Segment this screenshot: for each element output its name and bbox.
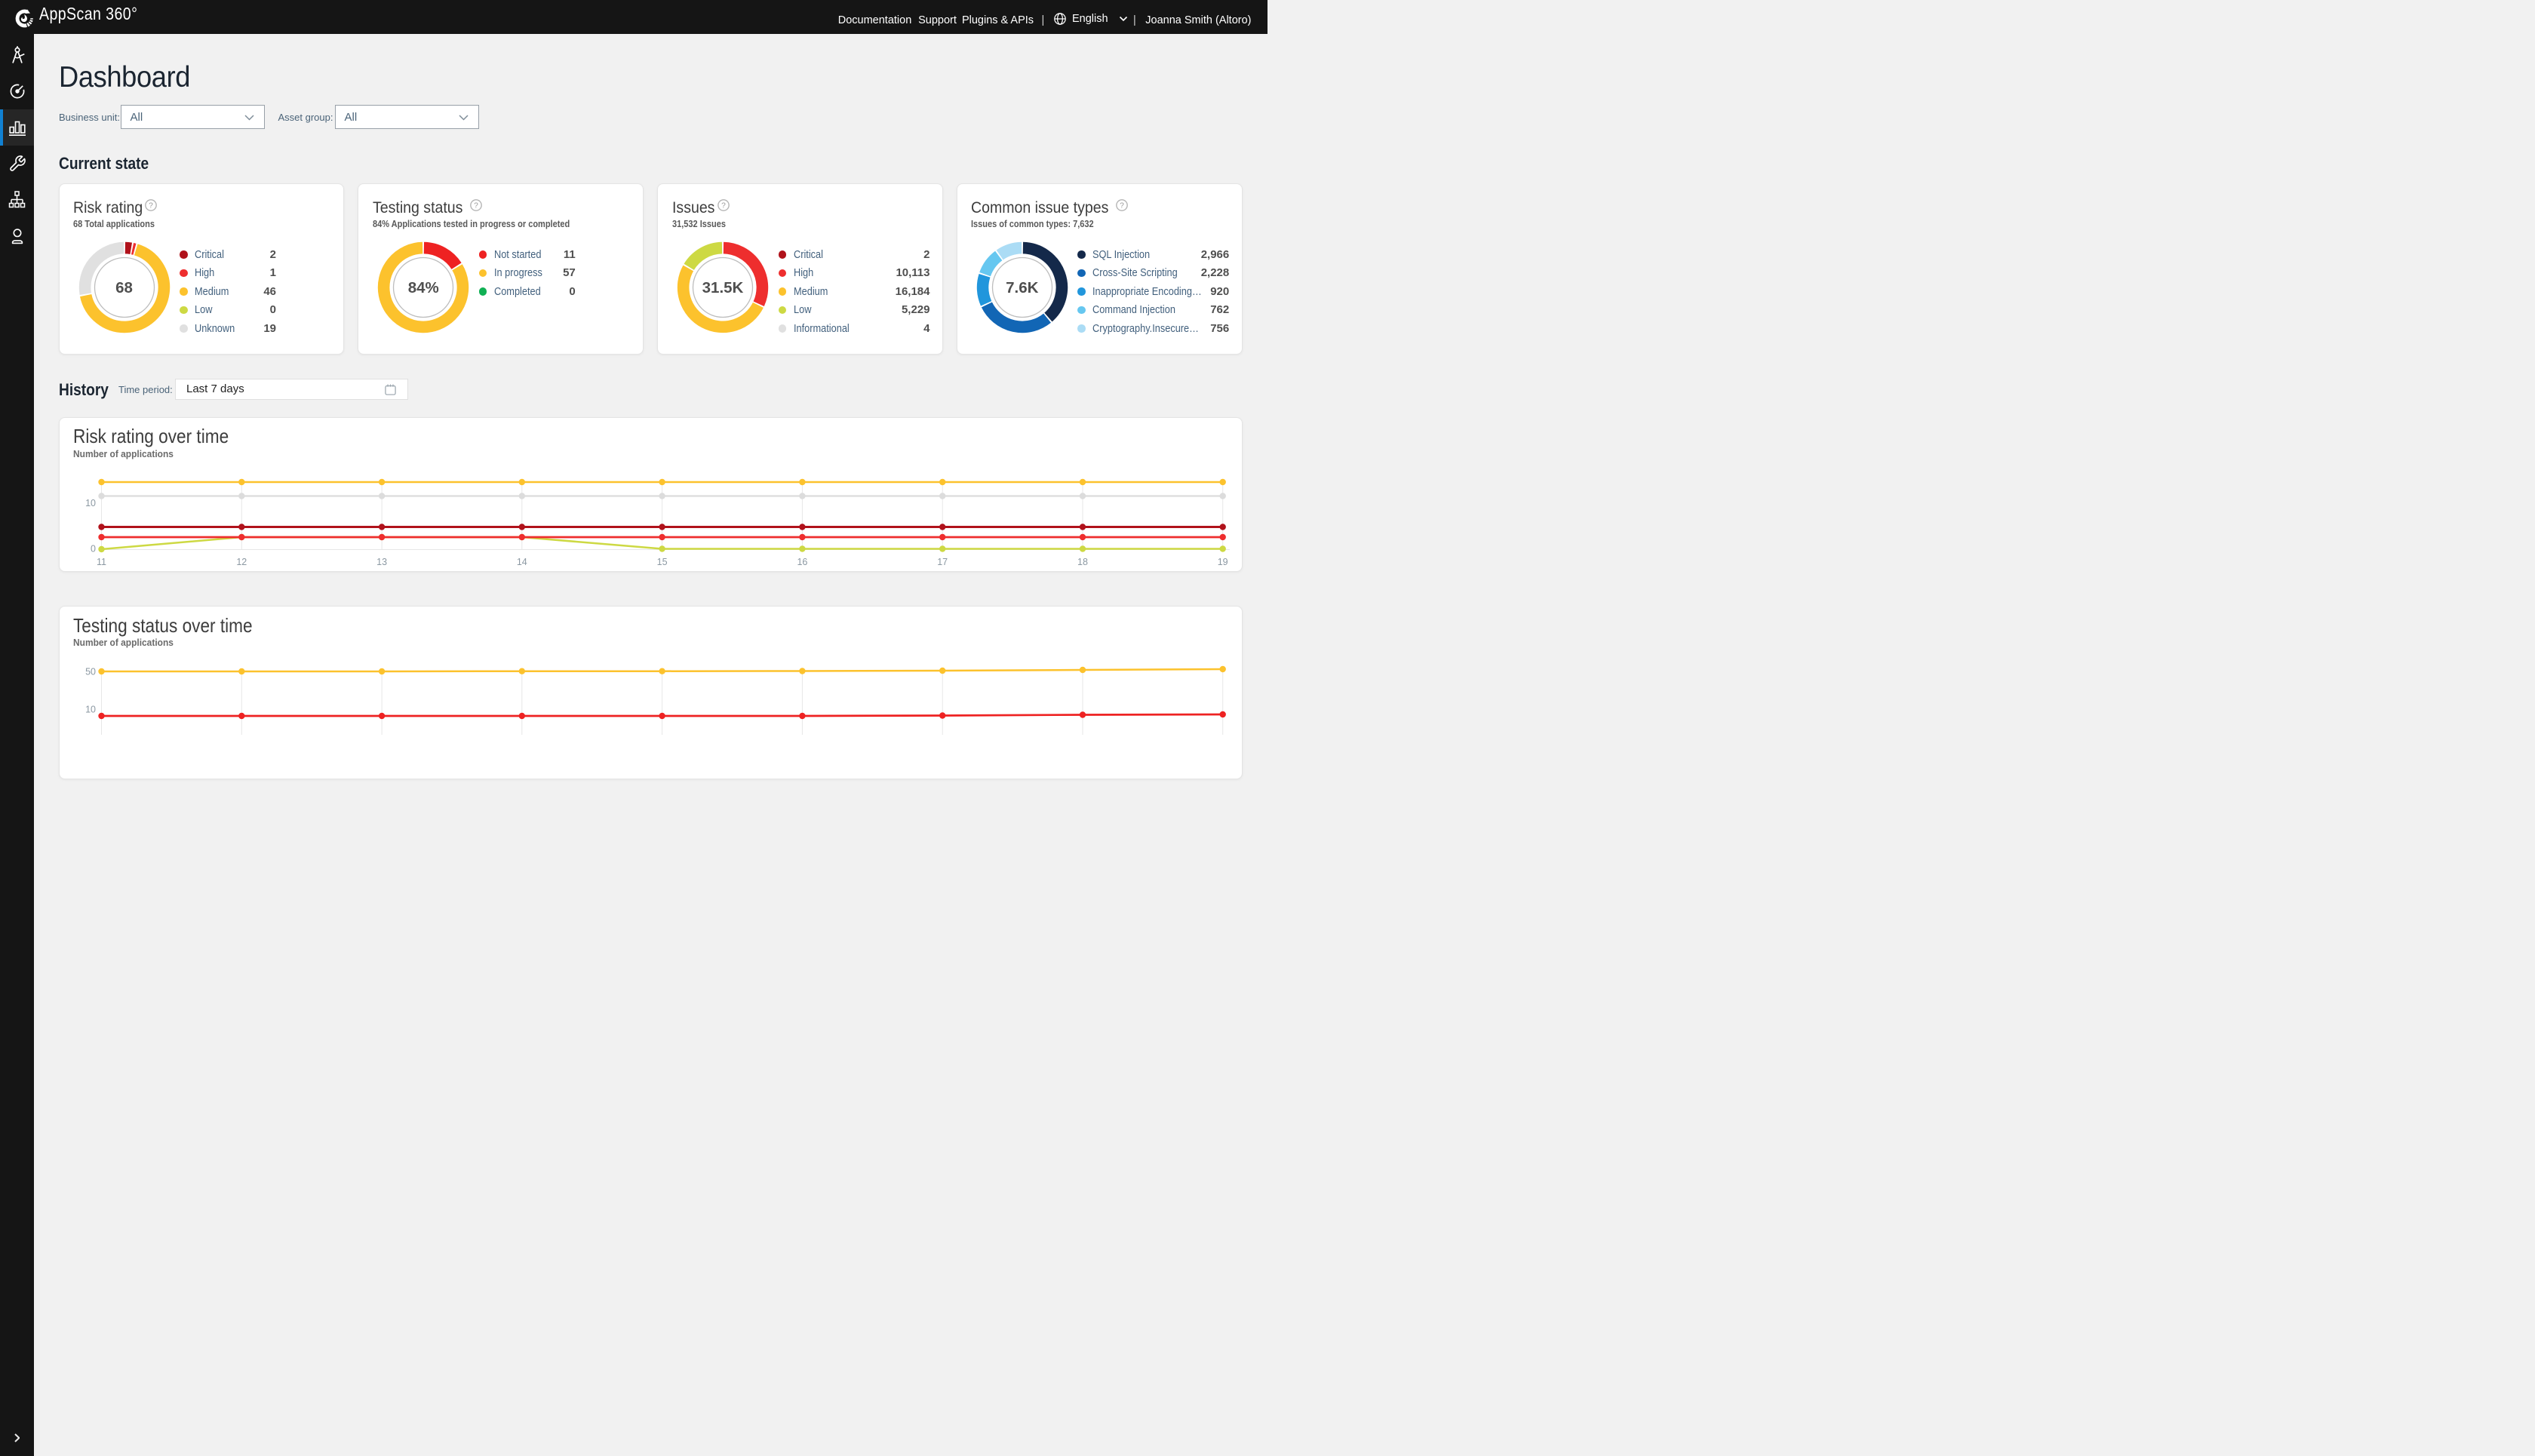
svg-text:50: 50: [85, 667, 96, 677]
svg-text:0: 0: [91, 543, 96, 554]
svg-text:11: 11: [97, 557, 106, 567]
svg-text:16: 16: [797, 557, 807, 567]
svg-text:18: 18: [1077, 557, 1088, 567]
svg-text:10: 10: [85, 498, 96, 508]
svg-text:15: 15: [656, 557, 667, 567]
svg-text:13: 13: [376, 557, 387, 567]
svg-text:10: 10: [85, 705, 96, 715]
svg-text:14: 14: [516, 557, 527, 567]
svg-text:17: 17: [937, 557, 948, 567]
svg-text:12: 12: [236, 557, 247, 567]
svg-text:19: 19: [1217, 557, 1228, 567]
